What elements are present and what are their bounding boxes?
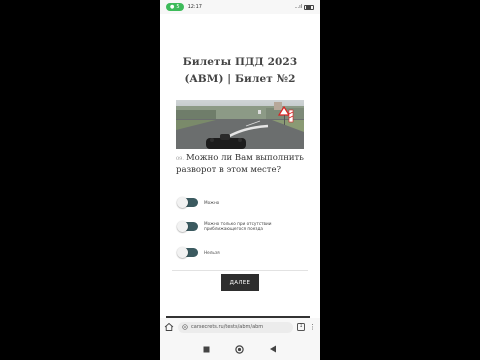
system-nav-bar (160, 338, 320, 360)
answer-option-3[interactable]: Нельзя (177, 247, 220, 258)
back-button[interactable] (268, 344, 278, 354)
question-text: 09. Можно ли Вам выполнить разворот в это… (176, 153, 308, 176)
status-bar: ● 5 12:17 ...ıl (160, 0, 320, 14)
tab-switcher-button[interactable]: 1 (297, 323, 305, 331)
page-content: Билеты ПДД 2023 (ABM) | Билет №2 09. Мож… (160, 14, 320, 318)
record-icon: ● (170, 4, 175, 10)
answer-option-2[interactable]: Можно только при отсутствии приближающег… (177, 220, 294, 232)
circle-icon (235, 344, 245, 354)
screen-record-indicator: ● 5 (166, 3, 184, 11)
divider (172, 270, 308, 271)
toggle-knob (177, 220, 188, 232)
question-number: 09. (176, 156, 184, 162)
page-title: Билеты ПДД 2023 (ABM) | Билет №2 (182, 56, 298, 85)
url-text: carsecrets.ru/tests/abm/abm (191, 324, 264, 330)
answer-label: Нельзя (204, 250, 220, 255)
toggle-switch[interactable] (177, 247, 198, 258)
browser-bar: carsecrets.ru/tests/abm/abm 1 ⋮ (160, 318, 320, 336)
home-button[interactable] (235, 344, 245, 354)
phone-screen: ● 5 12:17 ...ıl Билеты ПДД 2023 (ABM) | … (160, 0, 320, 360)
back-triangle-icon (270, 345, 277, 353)
toggle-knob (177, 197, 188, 208)
toggle-switch[interactable] (177, 220, 198, 232)
home-icon[interactable] (164, 322, 174, 332)
menu-icon[interactable]: ⋮ (309, 323, 316, 331)
recent-apps-button[interactable] (202, 344, 212, 354)
next-button[interactable]: ДАЛЕЕ (221, 274, 259, 291)
square-icon (203, 346, 210, 352)
battery-icon (304, 4, 314, 10)
toggle-switch[interactable] (177, 197, 198, 208)
status-icons: ...ıl (294, 4, 314, 10)
answer-label: Можно (204, 200, 220, 205)
status-time: 12:17 (187, 4, 202, 10)
toggle-knob (177, 247, 188, 258)
question-body: Можно ли Вам выполнить разворот в этом м… (176, 153, 304, 175)
site-info-icon[interactable] (182, 324, 188, 330)
answer-label: Можно только при отсутствии приближающег… (204, 221, 272, 231)
answer-option-1[interactable]: Можно (177, 197, 220, 208)
url-bar[interactable]: carsecrets.ru/tests/abm/abm (178, 321, 293, 333)
signal-icon: ...ıl (294, 4, 302, 10)
question-photo (176, 100, 304, 149)
road-scene-image (176, 100, 304, 149)
